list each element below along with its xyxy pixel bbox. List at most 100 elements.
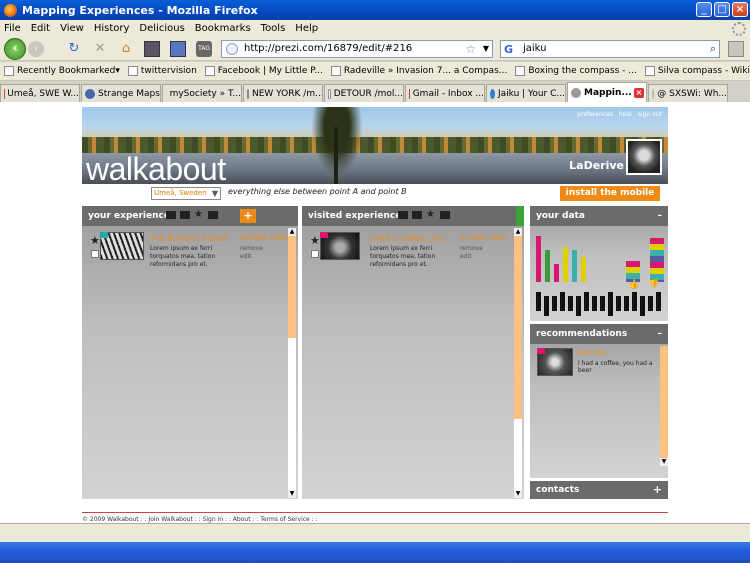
contacts-panel[interactable]: contacts + xyxy=(530,481,668,499)
tab-detour[interactable]: DETOUR /mol... xyxy=(324,84,404,102)
avatar[interactable] xyxy=(626,139,662,175)
tab-mysociety[interactable]: mySociety » T... xyxy=(162,84,242,102)
reload-icon[interactable]: ↻ xyxy=(66,41,82,57)
thumbs-down-icon[interactable]: 👎 xyxy=(648,280,659,290)
install-mobile-app-button[interactable]: install the mobile app xyxy=(560,186,660,213)
scroll-thumb[interactable] xyxy=(288,236,296,338)
url-bar[interactable]: http://prezi.com/16879/edit/#216 ☆ ▼ xyxy=(221,40,493,58)
subheader: Umeå, Sweden ▼ everything else between po… xyxy=(82,186,668,213)
add-experience-button[interactable]: + xyxy=(240,209,256,223)
edit-link[interactable]: edit xyxy=(240,253,252,261)
timeline-mark xyxy=(544,296,549,316)
scrollbar[interactable]: ▼ xyxy=(660,346,668,466)
list-view-icon[interactable] xyxy=(180,211,190,219)
site-logo[interactable]: walkabout xyxy=(86,151,226,184)
minimize-button[interactable]: _ xyxy=(696,2,712,17)
select-checkbox[interactable] xyxy=(311,250,319,258)
scroll-down-icon[interactable]: ▼ xyxy=(660,458,668,466)
tab-bar: Umeå, SWE W... Strange Maps mySociety » … xyxy=(0,82,750,102)
scroll-down-icon[interactable]: ▼ xyxy=(514,490,522,498)
list-item[interactable]: ★ I had a coffee, you... 11 NOV 2005 Lor… xyxy=(310,232,510,268)
toolbar-extra-icon[interactable] xyxy=(728,41,744,57)
close-button[interactable]: × xyxy=(732,2,748,17)
star-filter-icon[interactable]: ★ xyxy=(194,210,204,220)
maximize-button[interactable]: □ xyxy=(714,2,730,17)
contacts-header[interactable]: contacts + xyxy=(530,481,668,499)
recommendation-name[interactable]: lisicolo xyxy=(578,348,605,357)
scroll-thumb[interactable] xyxy=(660,346,668,458)
menu-tools[interactable]: Tools xyxy=(261,23,286,34)
bookmark-radeville[interactable]: Radeville » Invasion 7... a Compas... xyxy=(330,66,507,76)
search-input[interactable]: G jaiku ⌕ xyxy=(500,40,720,58)
back-button[interactable]: ‹ xyxy=(4,38,26,60)
bookmark-twittervision[interactable]: twittervision xyxy=(127,66,197,76)
forward-button[interactable]: › xyxy=(28,41,44,57)
bookmark-boxing-compass[interactable]: Boxing the compass - ... xyxy=(515,66,637,76)
edit-link[interactable]: edit xyxy=(460,253,472,261)
stop-icon[interactable]: ✕ xyxy=(92,41,108,57)
toolbar-bookmark-icon[interactable] xyxy=(170,41,186,57)
experience-title[interactable]: Tim Burton's Forest xyxy=(150,234,228,243)
experience-date: 11 NOV 2005 xyxy=(460,234,507,242)
experience-title[interactable]: I had a coffee, you... xyxy=(370,234,452,243)
timeline-mark xyxy=(616,296,621,311)
collapse-icon[interactable]: – xyxy=(658,206,663,226)
help-link[interactable]: help xyxy=(619,111,632,118)
timeline-mark xyxy=(576,296,581,316)
sign-out-link[interactable]: sign out xyxy=(638,111,662,118)
menu-history[interactable]: History xyxy=(94,23,130,34)
tab-strange-maps[interactable]: Strange Maps xyxy=(81,84,161,102)
data-bar xyxy=(545,250,550,282)
sort-icon[interactable] xyxy=(440,211,450,219)
scroll-up-icon[interactable]: ▲ xyxy=(288,228,296,236)
menu-view[interactable]: View xyxy=(60,23,84,34)
list-item[interactable]: ★ Tim Burton's Forest 28 MAR 2008 Lorem … xyxy=(90,232,287,268)
list-view-icon[interactable] xyxy=(412,211,422,219)
grid-view-icon[interactable] xyxy=(166,211,176,219)
tab-jaiku[interactable]: Jaiku | Your C... xyxy=(486,84,566,102)
thumbs-up-icon[interactable]: 👍 xyxy=(628,280,639,290)
toolbar-app-icon[interactable] xyxy=(144,41,160,57)
tab-sxsw[interactable]: @ SXSWi: Wh... xyxy=(648,84,728,102)
google-icon[interactable]: G xyxy=(504,42,513,58)
scroll-up-icon[interactable]: ▲ xyxy=(514,228,522,236)
tab-new-york[interactable]: NEW YORK /m... xyxy=(243,84,323,102)
tab-favicon xyxy=(166,88,167,99)
city-select[interactable]: Umeå, Sweden ▼ xyxy=(151,187,221,200)
preferences-link[interactable]: preferences xyxy=(577,111,613,118)
star-icon[interactable]: ★ xyxy=(310,234,320,247)
url-dropdown-icon[interactable]: ▼ xyxy=(483,41,489,57)
page-icon xyxy=(247,88,249,99)
grid-view-icon[interactable] xyxy=(398,211,408,219)
chevron-down-icon: ▼ xyxy=(211,189,218,198)
tab-umea[interactable]: Umeå, SWE W... xyxy=(0,84,80,102)
tab-mapping[interactable]: Mappin... × xyxy=(567,82,647,102)
menu-delicious[interactable]: Delicious xyxy=(139,23,184,34)
scroll-down-icon[interactable]: ▼ xyxy=(288,490,296,498)
tab-gmail[interactable]: Gmail - Inbox ... xyxy=(405,84,485,102)
menu-edit[interactable]: Edit xyxy=(31,23,50,34)
expand-icon[interactable]: + xyxy=(653,481,662,499)
menu-file[interactable]: File xyxy=(4,23,21,34)
search-icon[interactable]: ⌕ xyxy=(710,41,716,57)
sort-icon[interactable] xyxy=(208,211,218,219)
data-bar xyxy=(581,257,586,282)
select-checkbox[interactable] xyxy=(91,250,99,258)
bookmark-recently[interactable]: Recently Bookmarked ▾ xyxy=(4,66,120,76)
star-icon[interactable]: ☆ xyxy=(465,41,476,57)
menu-help[interactable]: Help xyxy=(295,23,318,34)
scrollbar[interactable]: ▲ ▼ xyxy=(514,228,522,498)
bookmark-facebook[interactable]: Facebook | My Little P... xyxy=(204,66,323,76)
bookmark-silva-compass[interactable]: Silva compass - Wikipe... xyxy=(644,66,750,76)
remove-link[interactable]: remove xyxy=(460,245,483,253)
close-tab-icon[interactable]: × xyxy=(634,87,644,98)
scrollbar[interactable]: ▲ ▼ xyxy=(288,228,296,498)
home-icon[interactable]: ⌂ xyxy=(118,41,134,57)
star-filter-icon[interactable]: ★ xyxy=(426,210,436,220)
star-icon[interactable]: ★ xyxy=(90,234,100,247)
remove-link[interactable]: remove xyxy=(240,245,263,253)
delicious-tag-icon[interactable]: TAG xyxy=(196,41,212,57)
collapse-icon[interactable]: – xyxy=(658,324,663,344)
menu-bookmarks[interactable]: Bookmarks xyxy=(195,23,251,34)
scroll-thumb[interactable] xyxy=(514,236,522,419)
